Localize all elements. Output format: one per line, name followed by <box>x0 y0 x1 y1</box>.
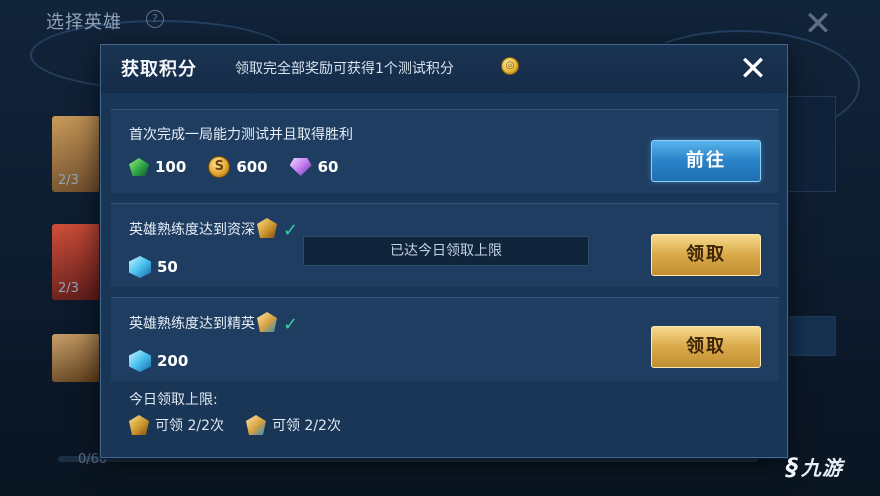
reward-item: 60 <box>289 158 339 176</box>
reward-item: 100 <box>129 158 186 176</box>
task-row: 首次完成一局能力测试并且取得胜利 100 S 600 60 前往 <box>111 109 779 193</box>
test-point-coin-icon: ◎ <box>501 57 519 75</box>
claim-button[interactable]: 领取 <box>651 234 761 276</box>
daily-limit-section: 今日领取上限: 可领 2/2次 可领 2/2次 <box>111 381 779 451</box>
hero-portrait[interactable] <box>52 334 100 382</box>
check-icon: ✓ <box>283 314 299 335</box>
dialog-title: 获取积分 <box>121 59 197 80</box>
gold-coin-icon: S <box>208 156 231 178</box>
hero-portrait[interactable]: 2/3 <box>52 224 100 300</box>
get-points-dialog: 获取积分 领取完全部奖励可获得1个测试积分 ◎ ✕ 首次完成一局能力测试并且取得… <box>100 44 788 458</box>
purple-diamond-icon <box>289 158 312 176</box>
hero-count: 2/3 <box>58 173 79 188</box>
dialog-header: 获取积分 领取完全部奖励可获得1个测试积分 ◎ ✕ <box>101 45 787 93</box>
limit-reached-toast: 已达今日领取上限 <box>303 236 589 266</box>
senior-badge-icon <box>257 218 277 238</box>
senior-badge-icon <box>129 415 149 435</box>
blue-crystal-icon <box>129 256 151 278</box>
reward-value: 600 <box>236 158 268 176</box>
logo-icon: § <box>786 453 799 481</box>
claim-button[interactable]: 领取 <box>651 326 761 368</box>
go-button[interactable]: 前往 <box>651 140 761 182</box>
daily-limit-text: 可领 2/2次 <box>271 418 341 434</box>
task-row: 英雄熟练度达到精英 ✓ 200 领取 <box>111 297 779 381</box>
daily-limit-title: 今日领取上限: <box>129 392 218 408</box>
reward-item: 50 <box>129 256 178 278</box>
close-icon[interactable]: ✕ <box>735 51 771 87</box>
blue-crystal-icon <box>129 350 151 372</box>
green-gem-icon <box>129 158 149 176</box>
watermark-logo: § 九游 <box>786 452 843 481</box>
daily-limit-item: 可领 2/2次 <box>129 415 224 435</box>
reward-value: 60 <box>317 158 339 176</box>
check-icon: ✓ <box>283 220 299 241</box>
reward-list: 100 S 600 60 <box>129 154 361 180</box>
daily-limit-item: 可领 2/2次 <box>245 415 341 435</box>
reward-value: 50 <box>157 258 178 276</box>
help-icon[interactable]: ? <box>146 10 164 28</box>
daily-limit-list: 可领 2/2次 可领 2/2次 <box>129 415 363 435</box>
reward-list: 50 <box>129 254 200 280</box>
watermark-text: 九游 <box>801 456 843 480</box>
reward-value: 100 <box>155 158 187 176</box>
reward-list: 200 <box>129 348 210 374</box>
task-title-line: 英雄熟练度达到精英 ✓ <box>129 312 298 335</box>
task-title: 英雄熟练度达到资深 <box>129 222 255 238</box>
hero-count: 2/3 <box>58 281 79 296</box>
background-close-icon[interactable]: ✕ <box>800 6 836 42</box>
task-title: 首次完成一局能力测试并且取得胜利 <box>129 127 353 143</box>
dialog-subtitle: 领取完全部奖励可获得1个测试积分 <box>235 61 454 77</box>
task-title: 英雄熟练度达到精英 <box>129 316 255 332</box>
elite-badge-icon <box>245 415 266 435</box>
hero-select-title: 选择英雄 <box>46 12 122 33</box>
elite-badge-icon <box>257 312 277 332</box>
hero-portrait[interactable]: 2/3 <box>52 116 100 192</box>
reward-item: S 600 <box>208 156 268 178</box>
task-title-line: 英雄熟练度达到资深 ✓ <box>129 218 298 241</box>
reward-item: 200 <box>129 350 188 372</box>
daily-limit-text: 可领 2/2次 <box>155 418 224 434</box>
reward-value: 200 <box>157 352 189 370</box>
